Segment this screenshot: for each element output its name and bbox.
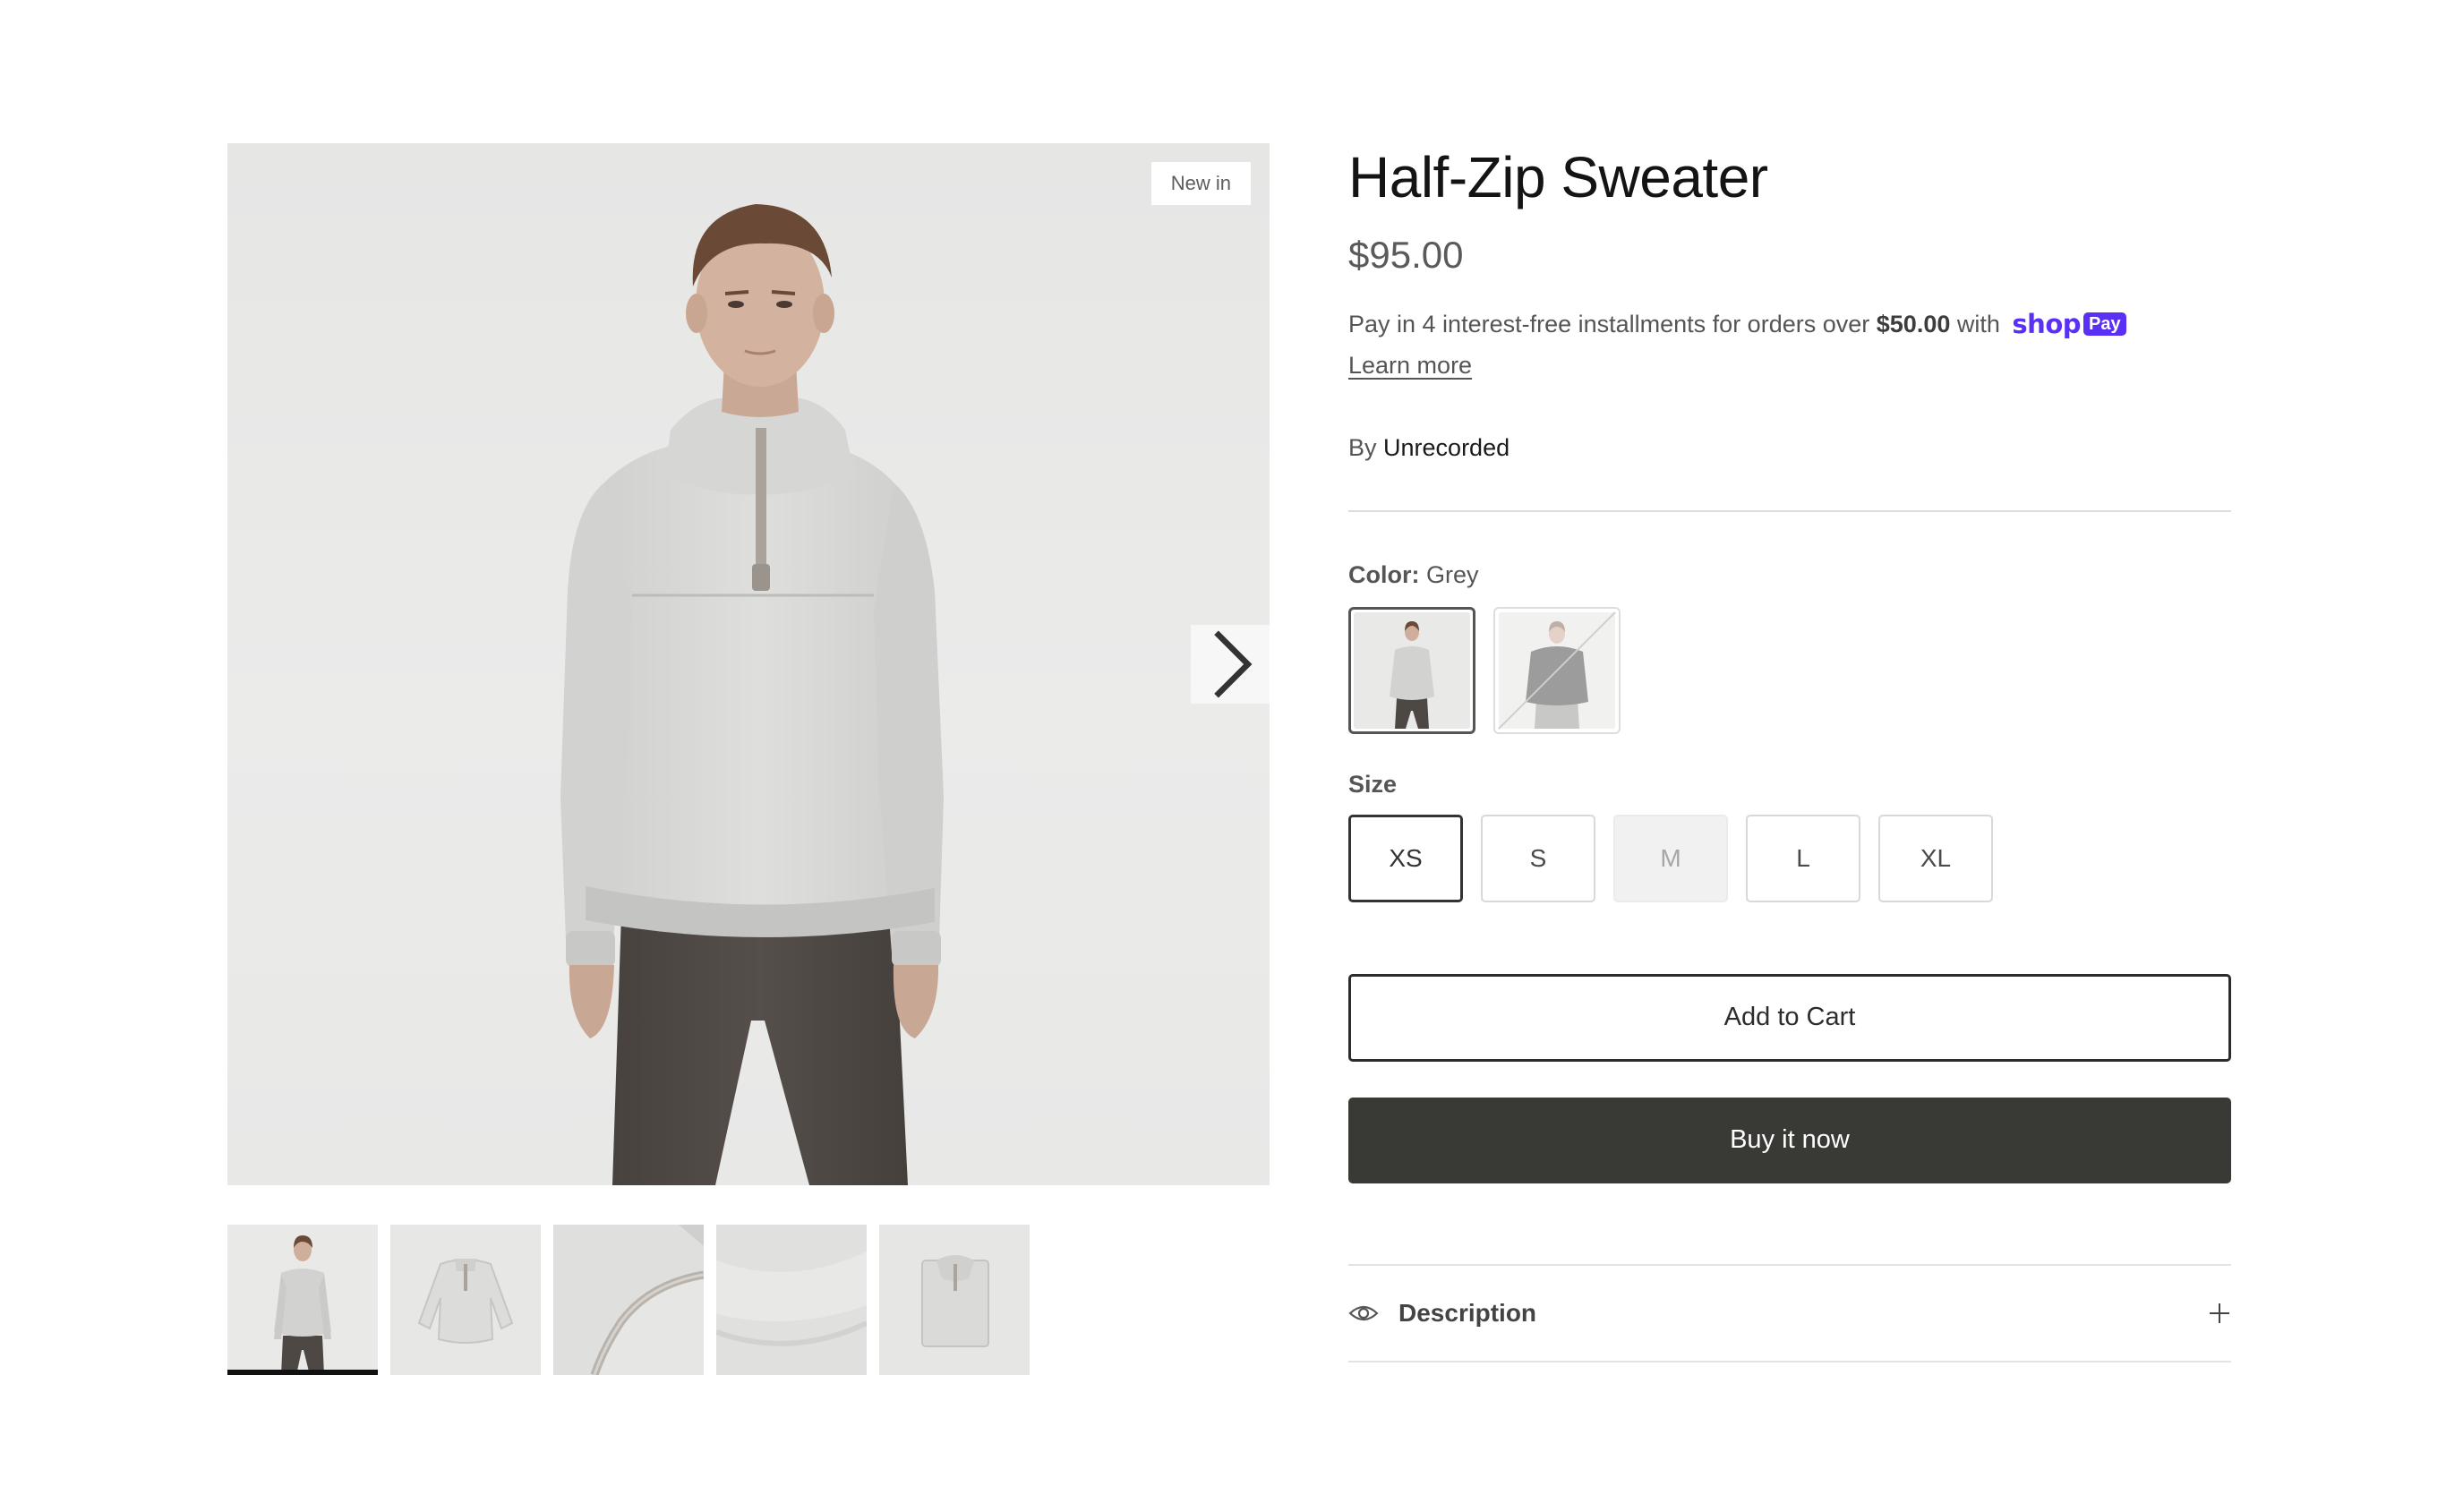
product-title: Half-Zip Sweater <box>1348 145 1768 209</box>
thumb-zipper-detail-image <box>553 1225 704 1375</box>
divider <box>1348 509 2231 512</box>
swatch-grey-photo <box>1354 611 1470 729</box>
plus-icon <box>2210 1303 2229 1323</box>
description-accordion[interactable]: Description <box>1348 1263 2231 1363</box>
installments-threshold: $50.00 <box>1876 311 1951 337</box>
size-option-m[interactable]: M <box>1613 814 1728 902</box>
shop-pay-shop: shop <box>2012 308 2081 339</box>
color-label: Color: Grey <box>1348 559 2231 591</box>
thumbnail-model-front[interactable] <box>227 1225 378 1375</box>
shop-pay-pay: Pay <box>2083 312 2126 336</box>
thumbnail-sweater-flat[interactable] <box>390 1225 541 1375</box>
vendor-line: By Unrecorded <box>1348 431 2231 464</box>
learn-more-link[interactable]: Learn more <box>1348 346 1472 385</box>
size-label: Size <box>1348 768 2231 800</box>
product-price: $95.00 <box>1348 234 1464 276</box>
thumbnail-sweater-folded[interactable] <box>879 1225 1030 1375</box>
next-image-button[interactable] <box>1191 625 1270 704</box>
add-to-cart-button[interactable]: Add to Cart <box>1348 973 2231 1062</box>
color-label-title: Color: <box>1348 560 1420 588</box>
vendor-label: By <box>1348 433 1377 461</box>
size-picker: Size XS S M L XL <box>1348 768 2231 902</box>
color-swatch-grey[interactable] <box>1348 606 1475 734</box>
color-picker: Color: Grey <box>1348 559 2231 734</box>
color-swatch-grey-image <box>1354 611 1470 729</box>
thumb-sweater-flat-image <box>390 1225 541 1375</box>
size-options: XS S M L XL <box>1348 814 2231 902</box>
thumbnail-strip <box>227 1225 1030 1375</box>
shop-pay-logo: shop Pay <box>2012 304 2126 344</box>
size-option-xs[interactable]: XS <box>1348 814 1463 902</box>
new-in-badge: New in <box>1150 162 1251 205</box>
description-label: Description <box>1398 1298 1537 1327</box>
color-swatch-charcoal[interactable] <box>1493 606 1621 734</box>
thumbnail-zipper-detail[interactable] <box>553 1225 704 1375</box>
color-selected-value: Grey <box>1426 560 1479 588</box>
eye-icon <box>1348 1305 1379 1320</box>
product-info: Half-Zip Sweater $95.00 Pay in 4 interes… <box>1348 143 2231 1363</box>
installments-message: Pay in 4 interest-free installments for … <box>1348 304 2231 385</box>
size-option-l[interactable]: L <box>1746 814 1860 902</box>
chevron-right-icon <box>1214 630 1253 698</box>
installments-with: with <box>1956 311 2000 337</box>
vendor-name: Unrecorded <box>1383 433 1510 461</box>
size-option-xl[interactable]: XL <box>1878 814 1993 902</box>
size-option-s[interactable]: S <box>1481 814 1595 902</box>
thumbnail-fabric-texture[interactable] <box>716 1225 867 1375</box>
buy-it-now-button[interactable]: Buy it now <box>1348 1097 2231 1183</box>
model-photo <box>560 204 944 1185</box>
product-page: New in Half-Zip Sweater $95.00 Pay in 4 … <box>0 0 2446 1512</box>
size-label-title: Size <box>1348 770 1398 798</box>
unavailable-strike-icon <box>1498 611 1616 730</box>
thumb-fabric-texture-image <box>716 1225 867 1375</box>
installments-text: Pay in 4 interest-free installments for … <box>1348 311 1870 337</box>
thumb-model-front-image <box>227 1225 378 1375</box>
color-swatches <box>1348 606 2231 734</box>
thumb-sweater-folded-image <box>879 1225 1030 1375</box>
main-product-image[interactable]: New in <box>227 143 1270 1185</box>
